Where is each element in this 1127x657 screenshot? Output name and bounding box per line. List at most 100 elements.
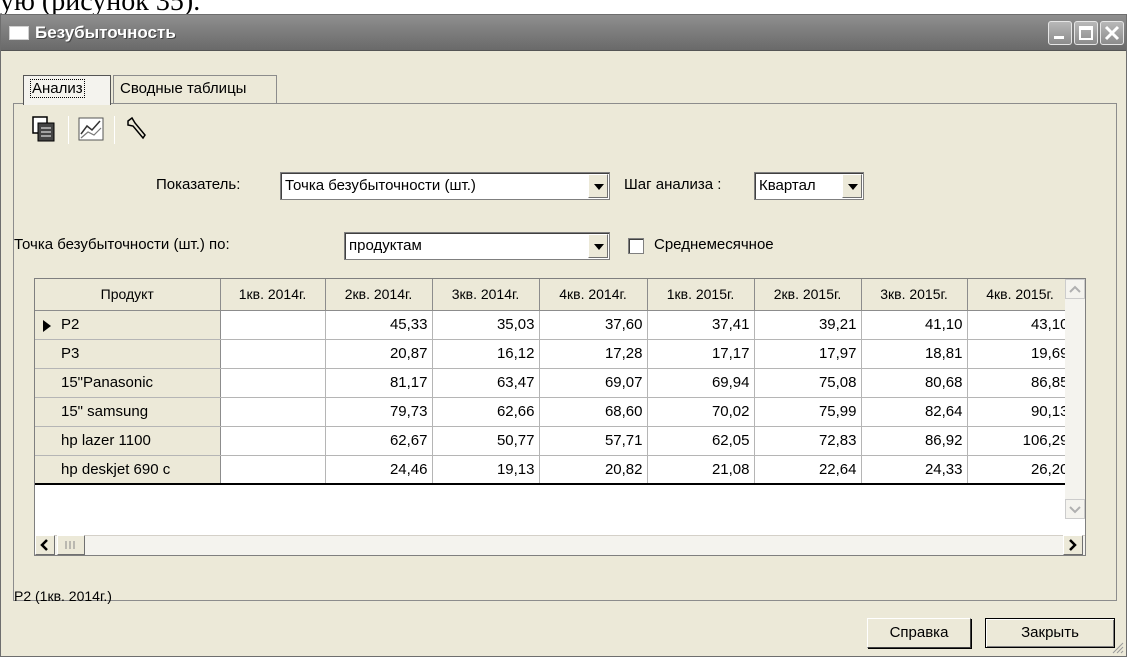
table-cell[interactable]: 22,64: [754, 455, 862, 485]
table-cell[interactable]: 86,85: [967, 368, 1074, 398]
table-row[interactable]: P3 20,87 16,12 17,28 17,17 17,97 18,81 19,69: [35, 339, 1074, 369]
tab-analysis[interactable]: Анализ: [23, 75, 111, 105]
maximize-button[interactable]: [1074, 21, 1098, 45]
column-header-period[interactable]: 1кв. 2015г.: [647, 279, 755, 311]
resize-grip-icon[interactable]: [1110, 640, 1124, 654]
table-cell[interactable]: 17,28: [539, 339, 648, 369]
table-row[interactable]: 15"Panasonic 81,17 63,47 69,07 69,94 75,08 80,…: [35, 368, 1074, 398]
table-cell[interactable]: 81,17: [325, 368, 433, 398]
title-bar[interactable]: Безубыточность: [1, 15, 1126, 51]
table-cell[interactable]: 20,82: [539, 455, 648, 485]
table-cell[interactable]: 37,41: [647, 310, 755, 340]
table-cell[interactable]: 75,08: [754, 368, 862, 398]
table-row[interactable]: hp deskjet 690 c 24,46 19,13 20,82 21,08 22,6…: [35, 455, 1074, 485]
column-header-period[interactable]: 4кв. 2015г.: [967, 279, 1074, 311]
dropdown-button[interactable]: [588, 234, 608, 258]
column-header-period[interactable]: 4кв. 2014г.: [539, 279, 648, 311]
table-cell[interactable]: 57,71: [539, 426, 648, 456]
row-header-product[interactable]: 15"Panasonic: [35, 368, 221, 398]
scroll-left-button[interactable]: [35, 535, 55, 555]
scroll-thumb[interactable]: [57, 535, 85, 555]
table-cell[interactable]: [220, 368, 326, 398]
row-header-product[interactable]: 15" samsung: [35, 397, 221, 427]
table-cell[interactable]: 69,94: [647, 368, 755, 398]
close-window-button[interactable]: [1100, 21, 1124, 45]
column-header-period[interactable]: 1кв. 2014г.: [220, 279, 326, 311]
table-cell[interactable]: 16,12: [432, 339, 540, 369]
column-header-period[interactable]: 2кв. 2015г.: [754, 279, 862, 311]
table-cell[interactable]: 106,29: [967, 426, 1074, 456]
breakeven-by-select[interactable]: продуктам: [344, 232, 610, 260]
vertical-scrollbar[interactable]: [1065, 279, 1085, 519]
table-cell[interactable]: 82,64: [861, 397, 968, 427]
table-cell[interactable]: 18,81: [861, 339, 968, 369]
table-cell[interactable]: 86,92: [861, 426, 968, 456]
close-icon: [1104, 25, 1120, 41]
row-header-product[interactable]: P2: [35, 310, 221, 340]
data-grid[interactable]: Продукт 1кв. 2014г. 2кв. 2014г. 3кв. 2014г.…: [34, 278, 1086, 556]
row-header-product[interactable]: P3: [35, 339, 221, 369]
settings-button[interactable]: [122, 114, 156, 146]
row-header-product[interactable]: hp lazer 1100: [35, 426, 221, 456]
table-cell[interactable]: 39,21: [754, 310, 862, 340]
table-cell[interactable]: [220, 339, 326, 369]
table-cell[interactable]: 41,10: [861, 310, 968, 340]
report-button[interactable]: [30, 114, 64, 146]
close-button[interactable]: Закрыть: [985, 618, 1115, 648]
table-cell[interactable]: 21,08: [647, 455, 755, 485]
table-cell[interactable]: 72,83: [754, 426, 862, 456]
table-cell[interactable]: 62,67: [325, 426, 433, 456]
chevron-down-icon: [594, 184, 604, 190]
chart-button[interactable]: [76, 114, 110, 146]
table-cell[interactable]: 62,66: [432, 397, 540, 427]
table-cell[interactable]: 45,33: [325, 310, 433, 340]
table-cell[interactable]: 90,13: [967, 397, 1074, 427]
table-cell[interactable]: 80,68: [861, 368, 968, 398]
tab-pivot-tables-label: Сводные таблицы: [120, 80, 247, 97]
scroll-right-button[interactable]: [1063, 535, 1083, 555]
table-cell[interactable]: 69,07: [539, 368, 648, 398]
table-cell[interactable]: 17,97: [754, 339, 862, 369]
table-cell[interactable]: 26,20: [967, 455, 1074, 485]
table-cell[interactable]: 50,77: [432, 426, 540, 456]
help-button[interactable]: Справка: [867, 618, 971, 648]
table-cell[interactable]: 43,10: [967, 310, 1074, 340]
table-cell[interactable]: 17,17: [647, 339, 755, 369]
table-cell[interactable]: 37,60: [539, 310, 648, 340]
step-select[interactable]: Квартал: [754, 172, 864, 200]
column-header-period[interactable]: 2кв. 2014г.: [325, 279, 433, 311]
table-cell[interactable]: 68,60: [539, 397, 648, 427]
table-cell[interactable]: 63,47: [432, 368, 540, 398]
monthly-average-checkbox[interactable]: [628, 238, 644, 254]
table-row[interactable]: hp lazer 1100 62,67 50,77 57,71 62,05 72,83 86…: [35, 426, 1074, 456]
minimize-button[interactable]: [1048, 21, 1072, 45]
table-cell[interactable]: [220, 310, 326, 340]
table-cell[interactable]: [220, 426, 326, 456]
table-cell[interactable]: 35,03: [432, 310, 540, 340]
tab-pivot-tables[interactable]: Сводные таблицы: [113, 75, 277, 103]
table-row[interactable]: 15" samsung 79,73 62,66 68,60 70,02 75,99 82,6…: [35, 397, 1074, 427]
horizontal-scrollbar[interactable]: [35, 535, 1085, 555]
table-cell[interactable]: 62,05: [647, 426, 755, 456]
step-select-value: Квартал: [759, 177, 816, 194]
dropdown-button[interactable]: [588, 174, 608, 198]
scroll-up-button[interactable]: [1065, 279, 1085, 299]
column-header-period[interactable]: 3кв. 2014г.: [432, 279, 540, 311]
indicator-select[interactable]: Точка безубыточности (шт.): [280, 172, 610, 200]
table-cell[interactable]: 70,02: [647, 397, 755, 427]
table-cell[interactable]: [220, 397, 326, 427]
table-cell[interactable]: 24,46: [325, 455, 433, 485]
scroll-down-button[interactable]: [1065, 499, 1085, 519]
table-cell[interactable]: [220, 455, 326, 485]
row-header-product[interactable]: hp deskjet 690 c: [35, 455, 221, 485]
table-row[interactable]: P2 45,33 35,03 37,60 37,41 39,21 41,10 43,10: [35, 310, 1074, 340]
column-header-product[interactable]: Продукт: [35, 279, 221, 311]
table-cell[interactable]: 20,87: [325, 339, 433, 369]
table-cell[interactable]: 75,99: [754, 397, 862, 427]
column-header-period[interactable]: 3кв. 2015г.: [861, 279, 968, 311]
table-cell[interactable]: 19,69: [967, 339, 1074, 369]
table-cell[interactable]: 24,33: [861, 455, 968, 485]
table-cell[interactable]: 79,73: [325, 397, 433, 427]
table-cell[interactable]: 19,13: [432, 455, 540, 485]
dropdown-button[interactable]: [842, 174, 862, 198]
